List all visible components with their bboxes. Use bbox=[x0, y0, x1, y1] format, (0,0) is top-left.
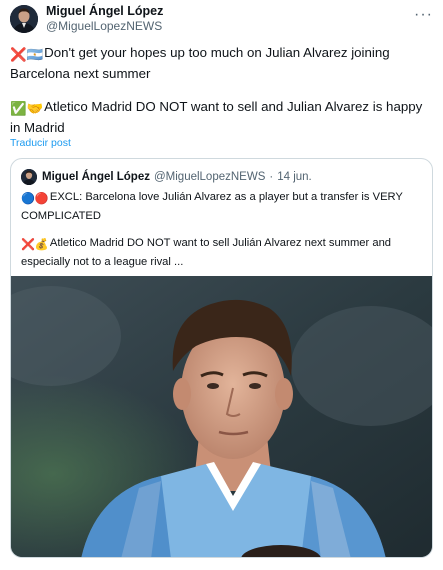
tweet-paragraph-2: ✅🤝Atletico Madrid DO NOT want to sell an… bbox=[10, 97, 431, 137]
translate-post-link[interactable]: Traducir post bbox=[10, 137, 71, 149]
quoted-date: 14 jun. bbox=[277, 171, 312, 183]
quoted-line-1: 🔵🔴EXCL: Barcelona love Julián Alvarez as… bbox=[21, 189, 420, 224]
quoted-author-handle: @MiguelLopezNEWS bbox=[153, 171, 266, 183]
quoted-line1-emojis: 🔵🔴 bbox=[21, 193, 49, 205]
paragraph2-text: Atletico Madrid DO NOT want to sell and … bbox=[10, 99, 423, 135]
quoted-line1-text: EXCL: Barcelona love Julián Alvarez as a… bbox=[21, 191, 403, 222]
author-names: Miguel Ángel López @MiguelLopezNEWS bbox=[46, 4, 163, 34]
quoted-line-2: ❌💰Atletico Madrid DO NOT want to sell Ju… bbox=[21, 235, 420, 270]
author-name[interactable]: Miguel Ángel López bbox=[46, 4, 163, 19]
quoted-line2-text: Atletico Madrid DO NOT want to sell Juli… bbox=[21, 237, 392, 268]
tweet-header: Miguel Ángel López @MiguelLopezNEWS ··· bbox=[10, 4, 433, 36]
quoted-author-name: Miguel Ángel López bbox=[42, 171, 150, 183]
quoted-line2-emojis: ❌💰 bbox=[21, 239, 49, 251]
author-handle[interactable]: @MiguelLopezNEWS bbox=[46, 19, 163, 34]
quoted-separator: · bbox=[269, 171, 274, 183]
paragraph1-text: Don't get your hopes up too much on Juli… bbox=[10, 45, 390, 81]
tweet-card: Miguel Ángel López @MiguelLopezNEWS ··· … bbox=[0, 0, 443, 570]
quoted-author-avatar bbox=[21, 169, 37, 185]
paragraph1-emojis: ❌🇦🇷 bbox=[10, 47, 44, 62]
more-options-icon[interactable]: ··· bbox=[414, 6, 433, 24]
paragraph2-emojis: ✅🤝 bbox=[10, 101, 44, 116]
quoted-tweet[interactable]: Miguel Ángel López @MiguelLopezNEWS · 14… bbox=[10, 158, 433, 558]
tweet-paragraph-1: ❌🇦🇷Don't get your hopes up too much on J… bbox=[10, 43, 431, 83]
player-photo[interactable] bbox=[11, 276, 432, 557]
author-avatar[interactable] bbox=[10, 5, 38, 33]
quoted-tweet-header: Miguel Ángel López @MiguelLopezNEWS · 14… bbox=[21, 168, 422, 186]
